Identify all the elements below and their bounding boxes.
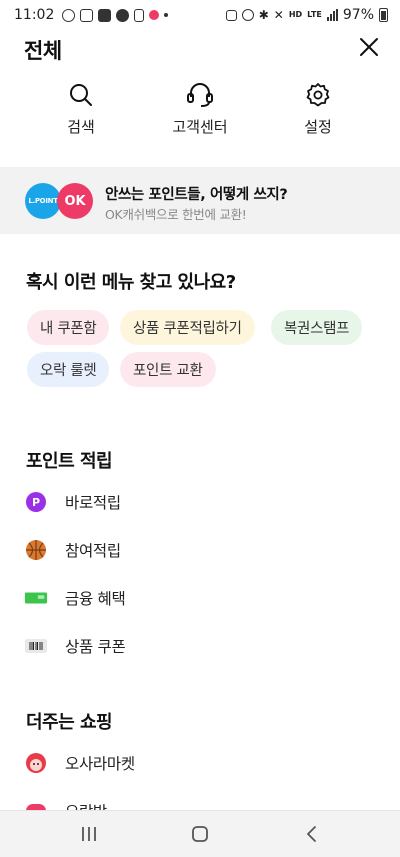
search-label: 검색: [67, 118, 95, 136]
money-icon: [24, 586, 48, 610]
close-icon[interactable]: [358, 36, 380, 58]
chip-my-coupons[interactable]: 내 쿠폰함: [27, 310, 110, 345]
customer-center-label: 고객센터: [172, 118, 228, 136]
page-title: 전체: [24, 39, 62, 63]
battery-percent: 97%: [342, 7, 374, 23]
shopping-section-title: 더주는 쇼핑: [26, 712, 113, 733]
more-notifications-dot: [164, 13, 169, 17]
bluetooth-icon: ✱: [258, 8, 269, 22]
messenger-icon: [80, 8, 94, 22]
svg-text:P: P: [32, 496, 40, 509]
chip-product-coupon[interactable]: 상품 쿠폰적립하기: [120, 310, 255, 345]
point-exchange-banner[interactable]: L.POINT OK 안쓰는 포인트들, 어떻게 쓰지? OK캐쉬백으로 한번에…: [0, 167, 400, 234]
menu-item-participate-earn[interactable]: 참여적립: [24, 535, 121, 565]
status-bar: 11:02 ✱ ✕ HD LTE 97%: [0, 0, 400, 30]
ok-cashbag-logo: OK: [57, 183, 93, 219]
character-icon: [24, 751, 48, 775]
back-icon[interactable]: [300, 823, 324, 845]
menu-item-direct-earn[interactable]: P 바로적립: [24, 487, 121, 517]
menu-label: 금융 혜택: [65, 590, 126, 608]
talk-icon: [62, 8, 76, 22]
home-icon[interactable]: [188, 823, 212, 845]
customer-center-button[interactable]: 고객센터: [150, 82, 250, 137]
chip-roulette[interactable]: 오락 룰렛: [27, 352, 110, 387]
settings-button[interactable]: 설정: [268, 82, 368, 137]
chip-point-exchange[interactable]: 포인트 교환: [120, 352, 216, 387]
menu-item-product-coupon[interactable]: 상품 쿠폰: [24, 631, 126, 661]
suggested-title: 혹시 이런 메뉴 찾고 있나요?: [26, 272, 236, 293]
lte-icon: LTE: [307, 10, 322, 19]
basketball-icon: [24, 538, 48, 562]
alarm-icon: [225, 9, 237, 21]
settings-label: 설정: [304, 118, 332, 136]
gear-icon: [306, 83, 330, 107]
file-icon: [134, 8, 145, 22]
ok-app-icon: [98, 8, 112, 22]
headset-icon: [187, 83, 213, 107]
hd-voice-icon: HD: [288, 10, 303, 19]
battery-icon: [379, 8, 388, 22]
nfc-icon: [241, 9, 254, 21]
mute-icon: ✕: [273, 8, 284, 22]
menu-label: 바로적립: [65, 494, 121, 512]
chip-lottery-stamp[interactable]: 복권스탬프: [271, 310, 363, 345]
banner-title: 안쓰는 포인트들, 어떻게 쓰지?: [105, 187, 288, 203]
recent-apps-icon[interactable]: [77, 823, 101, 845]
bell-icon: [149, 10, 160, 20]
search-icon: [70, 84, 92, 106]
signal-icon: [326, 9, 338, 21]
status-time: 11:02: [14, 7, 55, 23]
quick-actions: 검색 고객센터 설정: [0, 82, 400, 146]
barcode-icon: [24, 634, 48, 658]
banner-subtitle: OK캐쉬백으로 한번에 교환!: [105, 207, 247, 222]
lpoint-logo: L.POINT: [25, 183, 61, 219]
point-p-icon: P: [24, 490, 48, 514]
gear-icon: [116, 8, 130, 22]
header: 전체: [0, 30, 400, 70]
search-button[interactable]: 검색: [31, 82, 131, 137]
system-navigation-bar: [0, 810, 400, 857]
menu-label: 상품 쿠폰: [65, 638, 126, 656]
menu-item-osara-market[interactable]: 오사라마켓: [24, 748, 135, 778]
menu-label: 오사라마켓: [65, 755, 135, 773]
menu-item-finance-benefit[interactable]: 금융 혜택: [24, 583, 126, 613]
point-section-title: 포인트 적립: [26, 451, 113, 472]
menu-label: 참여적립: [65, 542, 121, 560]
